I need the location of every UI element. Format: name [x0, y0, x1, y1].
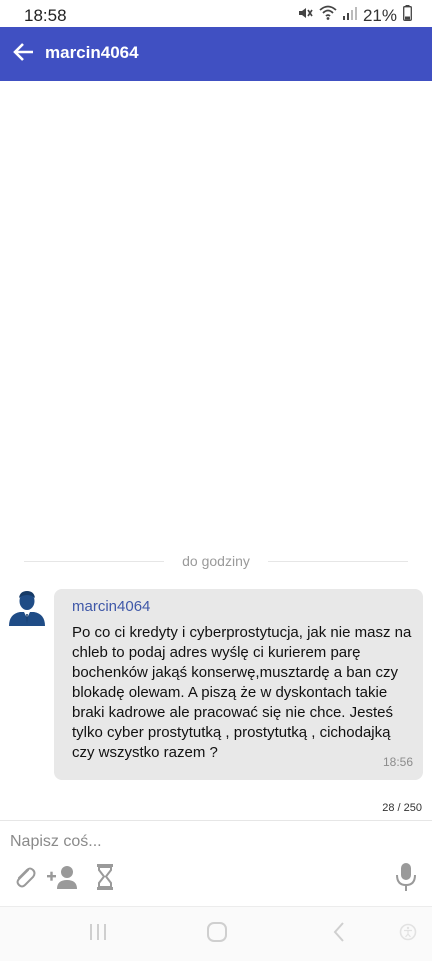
- status-icons: 21%: [297, 5, 412, 26]
- app-bar: marcin4064: [0, 27, 432, 81]
- message-sender[interactable]: marcin4064: [72, 598, 150, 615]
- back-button[interactable]: [8, 38, 40, 70]
- home-icon: [205, 920, 229, 949]
- recents-icon: [87, 922, 109, 947]
- hourglass-icon: [95, 863, 115, 896]
- timer-button[interactable]: [90, 862, 120, 896]
- message-bubble[interactable]: marcin4064 Po co ci kredyty i cyberprost…: [54, 589, 423, 780]
- date-divider: do godziny: [0, 552, 432, 572]
- user-avatar-icon[interactable]: [8, 588, 46, 626]
- accessibility-button[interactable]: [394, 921, 422, 947]
- signal-icon: [342, 6, 357, 25]
- message-time: 18:56: [382, 755, 413, 769]
- wifi-icon: [319, 5, 337, 26]
- paperclip-icon: [12, 864, 36, 895]
- nav-back-icon: [330, 921, 350, 948]
- home-button[interactable]: [203, 921, 231, 947]
- attach-button[interactable]: [10, 862, 38, 896]
- status-time: 18:58: [24, 6, 67, 25]
- message-text: Po co ci kredyty i cyberprostytucja, jak…: [72, 624, 412, 761]
- divider-line-right: [268, 561, 408, 562]
- accessibility-icon: [398, 922, 418, 947]
- add-user-button[interactable]: [44, 862, 80, 896]
- status-bar: 18:58 21%: [0, 0, 432, 30]
- arrow-left-icon: [13, 42, 35, 67]
- composer-divider: [0, 820, 432, 821]
- char-counter: 28 / 250: [382, 802, 422, 814]
- nav-back-button[interactable]: [326, 921, 354, 947]
- mute-icon: [297, 5, 313, 26]
- system-nav-bar: [0, 906, 432, 961]
- add-user-icon: [45, 864, 79, 895]
- page-title: marcin4064: [45, 43, 139, 62]
- voice-button[interactable]: [393, 862, 419, 896]
- battery-percent: 21%: [362, 5, 397, 25]
- battery-icon: [403, 5, 412, 26]
- recents-button[interactable]: [84, 921, 112, 947]
- message-input[interactable]: [0, 826, 432, 858]
- microphone-icon: [395, 862, 417, 897]
